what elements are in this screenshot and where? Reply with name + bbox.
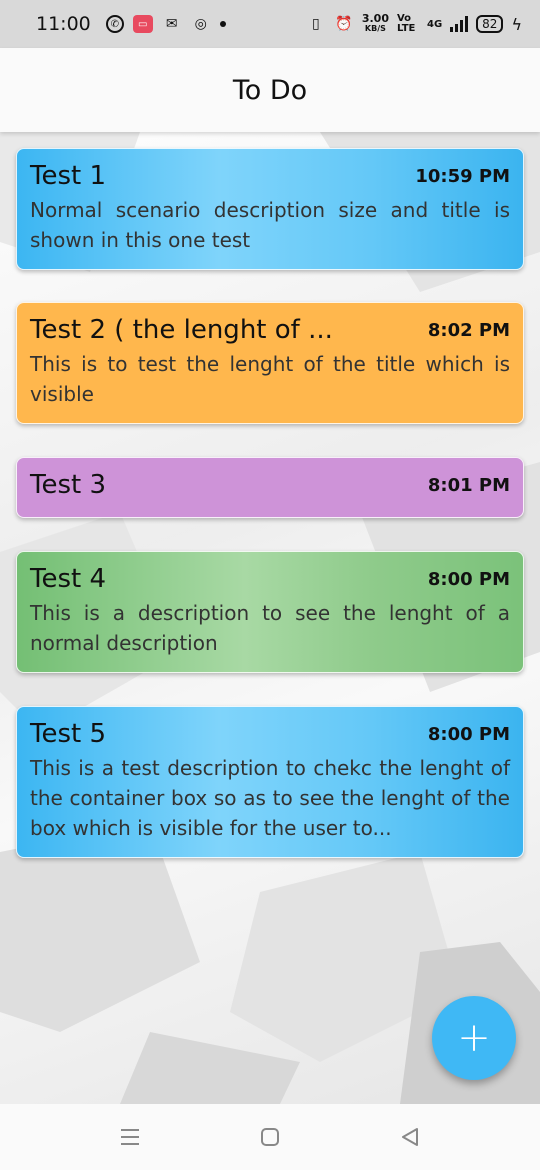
alarm-icon: ⏰	[335, 16, 353, 32]
status-time: 11:00	[36, 13, 91, 35]
back-button[interactable]	[390, 1117, 430, 1157]
add-icon: +	[457, 1015, 491, 1061]
volte-label: Vo LTE	[396, 13, 416, 34]
signal-icon	[450, 16, 469, 32]
page-title: To Do	[232, 74, 308, 106]
task-time: 8:02 PM	[427, 319, 510, 341]
task-time: 10:59 PM	[415, 165, 510, 187]
task-title: Test 2 ( the lenght of ...	[30, 315, 333, 345]
recent-apps-button[interactable]	[110, 1117, 150, 1157]
recent-apps-icon	[121, 1129, 139, 1145]
status-bar: 11:00 ✆ ▭ ✉ ◎ ▯ ⏰ 3.00 KB/S Vo LTE 4G 82…	[0, 0, 540, 48]
home-button[interactable]	[250, 1117, 290, 1157]
task-description: This is to test the lenght of the title …	[30, 352, 510, 406]
outlook-icon: ✉	[165, 16, 178, 32]
task-title: Test 1	[30, 161, 107, 191]
charging-icon: ϟ	[511, 14, 522, 34]
network-speed: 3.00 KB/S	[361, 12, 389, 34]
speed-unit: KB/S	[364, 24, 386, 33]
whatsapp-icon: ✆	[105, 15, 124, 33]
app-bar: To Do	[0, 48, 540, 132]
task-card-2[interactable]: Test 2 ( the lenght of ... 8:02 PM This …	[16, 302, 524, 424]
task-description: This is a test description to chekc the …	[30, 756, 510, 840]
network-label: 4G	[426, 18, 443, 30]
task-time: 8:00 PM	[427, 723, 510, 745]
back-icon	[402, 1128, 418, 1146]
task-time: 8:01 PM	[427, 474, 510, 496]
more-dot-icon	[219, 21, 226, 27]
speed-value: 3.00	[361, 12, 389, 25]
task-card-4[interactable]: Test 4 8:00 PM This is a description to …	[16, 551, 524, 673]
task-description: This is a description to see the lenght …	[30, 601, 510, 655]
task-description: Normal scenario description size and tit…	[30, 198, 510, 252]
home-icon	[261, 1128, 279, 1146]
add-task-button[interactable]: +	[432, 996, 516, 1080]
instagram-icon: ◎	[194, 16, 207, 32]
task-card-1[interactable]: Test 1 10:59 PM Normal scenario descript…	[16, 148, 524, 270]
task-title: Test 5	[30, 719, 107, 749]
task-card-5[interactable]: Test 5 8:00 PM This is a test descriptio…	[16, 706, 524, 858]
task-title: Test 4	[30, 564, 107, 594]
task-title: Test 3	[30, 470, 107, 500]
task-card-3[interactable]: Test 3 8:01 PM	[16, 457, 524, 518]
screen-record-icon: ▭	[132, 15, 153, 33]
task-time: 8:00 PM	[427, 568, 510, 590]
vibrate-icon: ▯	[311, 16, 320, 32]
navigation-bar	[0, 1104, 540, 1170]
battery-level: 82	[476, 15, 504, 33]
